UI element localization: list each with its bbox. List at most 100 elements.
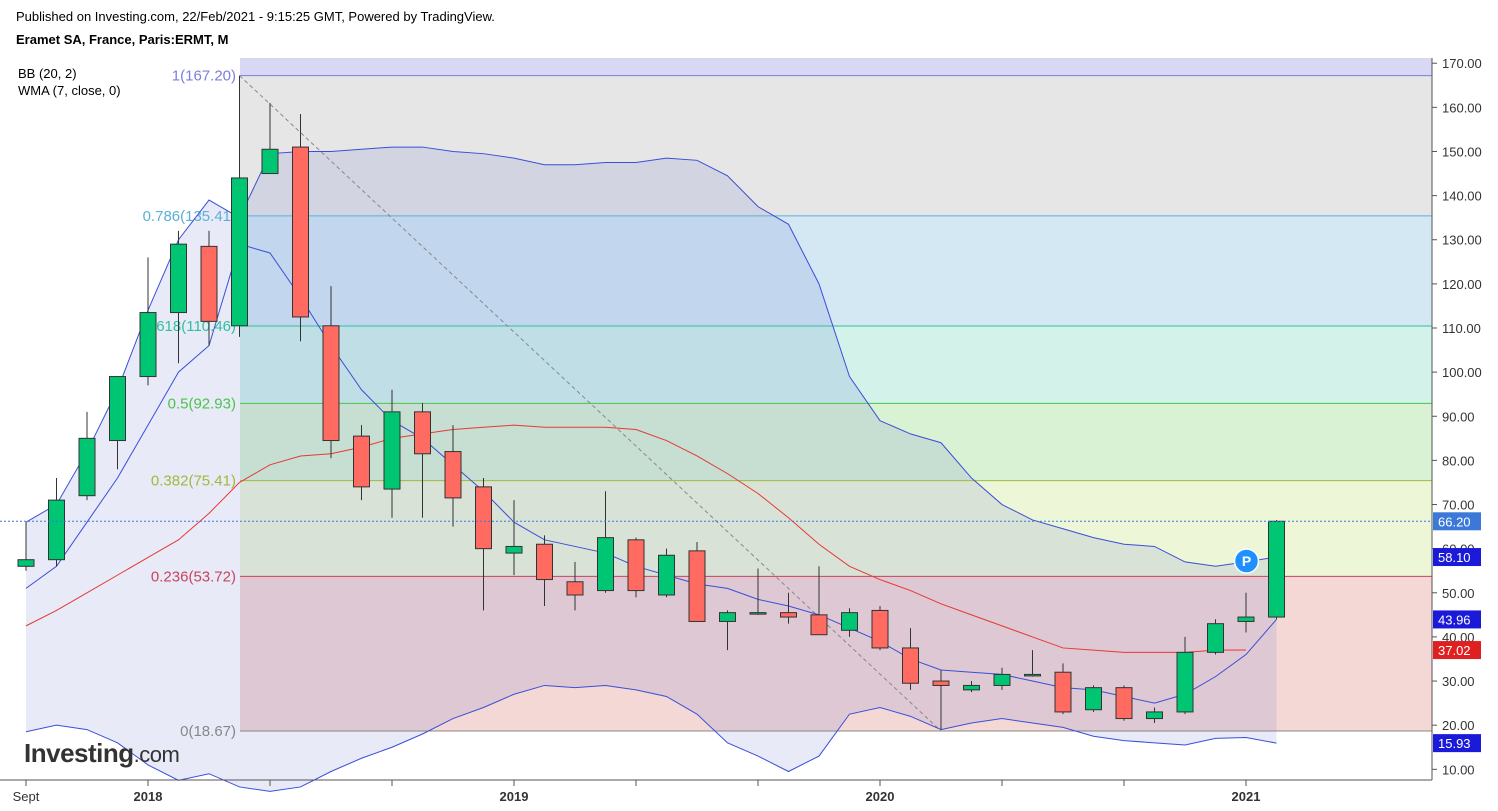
candle-body <box>1237 616 1255 622</box>
price-tick-label: 70.00 <box>1442 498 1475 513</box>
fib-label-0.618: 0.618(110.46) <box>144 318 236 335</box>
time-label-Sept: Sept <box>13 789 40 804</box>
price-chart[interactable]: 1(167.20) 0.786(135.41) 0.618(110.46) 0.5(9… <box>0 0 1498 811</box>
candle-body <box>780 612 797 618</box>
candle-body <box>749 612 767 615</box>
candle-2019-06 <box>658 548 675 598</box>
candle-body <box>871 609 889 649</box>
candle-body <box>963 684 980 691</box>
time-label-2020: 2020 <box>866 789 895 804</box>
candle-body <box>566 581 584 596</box>
candle-body <box>292 146 309 318</box>
candle-body <box>1268 520 1285 618</box>
pivot-marker: P <box>1233 548 1260 574</box>
price-tag-15.93: 15.93 <box>1433 734 1481 753</box>
fib-label-1: 1(167.20) <box>172 68 236 85</box>
price-tag-66.20: 66.20 <box>1433 512 1481 531</box>
candle-body <box>627 539 645 592</box>
candle-body <box>353 435 370 488</box>
candle-body <box>1146 711 1163 720</box>
candle-body <box>1054 671 1072 713</box>
candle-body <box>932 680 950 686</box>
candle-body <box>1024 673 1041 677</box>
price-tick-label: 10.00 <box>1442 762 1475 777</box>
candle-body <box>1115 687 1133 720</box>
candle-body <box>1176 651 1194 713</box>
candle-body <box>444 451 462 499</box>
fib-zone-top <box>240 58 1432 76</box>
candle-body <box>17 559 35 567</box>
fib-label-0.5: 0.5(92.93) <box>168 395 236 412</box>
candle-body <box>1085 687 1102 711</box>
candle-body <box>1207 623 1224 653</box>
logo-main: Investing <box>24 738 134 768</box>
time-label-2021: 2021 <box>1232 789 1261 804</box>
price-tick-label: 120.00 <box>1442 277 1482 292</box>
candle-2017-10 <box>48 478 65 567</box>
indicator-wma-label[interactable]: WMA (7, close, 0) <box>18 83 121 98</box>
price-tag-43.96: 43.96 <box>1433 610 1481 629</box>
price-tick-label: 160.00 <box>1442 100 1482 115</box>
candle-body <box>658 554 675 596</box>
candle-body <box>841 612 858 631</box>
candle-2019-05 <box>627 537 645 598</box>
candle-body <box>170 243 187 314</box>
fib-label-0: 0(18.67) <box>180 723 236 740</box>
fib-label-0.786: 0.786(135.41) <box>143 208 236 225</box>
price-tick-label: 170.00 <box>1442 56 1482 71</box>
candle-body <box>261 148 279 175</box>
candle-2020-09 <box>1115 685 1133 721</box>
candle-body <box>231 177 248 327</box>
price-tick-label: 30.00 <box>1442 674 1475 689</box>
price-tag-label: 15.93 <box>1438 736 1471 751</box>
indicator-bb-label[interactable]: BB (20, 2) <box>18 66 77 81</box>
candle-body <box>78 437 96 497</box>
price-tag-label: 58.10 <box>1438 550 1471 565</box>
candle-2021-02 <box>1268 519 1285 620</box>
time-label-2018: 2018 <box>134 789 163 804</box>
investing-logo: Investing.com <box>24 738 180 769</box>
candle-body <box>505 545 523 554</box>
candle-2020-01 <box>871 606 889 651</box>
candle-body <box>993 673 1011 686</box>
price-axis: 170.00 160.00 150.00 140.00 130.00 120.00 110.… <box>1431 56 1482 780</box>
price-tag-label: 66.20 <box>1438 514 1471 529</box>
price-tag-37.02: 37.02 <box>1433 641 1481 660</box>
price-tag-label: 43.96 <box>1438 612 1471 627</box>
price-tick-label: 80.00 <box>1442 453 1475 468</box>
price-tick-label: 90.00 <box>1442 409 1475 424</box>
price-tick-label: 100.00 <box>1442 365 1482 380</box>
logo-suffix: .com <box>133 742 180 767</box>
fib-label-0.236: 0.236(53.72) <box>151 568 236 585</box>
candle-body <box>48 499 65 561</box>
candle-body <box>139 312 157 378</box>
candle-body <box>200 245 218 322</box>
candle-body <box>597 537 614 592</box>
candle-body <box>902 647 919 684</box>
candle-body <box>109 376 126 442</box>
candle-2020-12 <box>1207 619 1224 655</box>
candle-2019-07 <box>688 542 706 622</box>
pivot-letter: P <box>1242 553 1251 569</box>
candle-body <box>810 614 828 636</box>
time-label-2019: 2019 <box>500 789 529 804</box>
fib-label-0.382: 0.382(75.41) <box>151 473 236 490</box>
candle-2018-06 <box>292 113 309 342</box>
price-tick-label: 150.00 <box>1442 144 1482 159</box>
candle-body <box>688 550 706 622</box>
candle-body <box>383 411 401 490</box>
time-axis: Sept 2018 2019 2020 2021 <box>0 779 1432 804</box>
price-tag-label: 37.02 <box>1438 643 1471 658</box>
candle-body <box>536 543 553 581</box>
candle-body <box>719 612 736 622</box>
price-tag-58.10: 58.10 <box>1433 548 1481 567</box>
candle-body <box>322 325 340 442</box>
candle-2017-11 <box>78 411 96 501</box>
candle-2018-01 <box>139 257 157 386</box>
price-tick-label: 20.00 <box>1442 718 1475 733</box>
candle-2020-08 <box>1085 685 1102 712</box>
price-tick-label: 130.00 <box>1442 233 1482 248</box>
price-tick-label: 140.00 <box>1442 189 1482 204</box>
price-tick-label: 50.00 <box>1442 586 1475 601</box>
price-tick-label: 110.00 <box>1442 321 1481 336</box>
